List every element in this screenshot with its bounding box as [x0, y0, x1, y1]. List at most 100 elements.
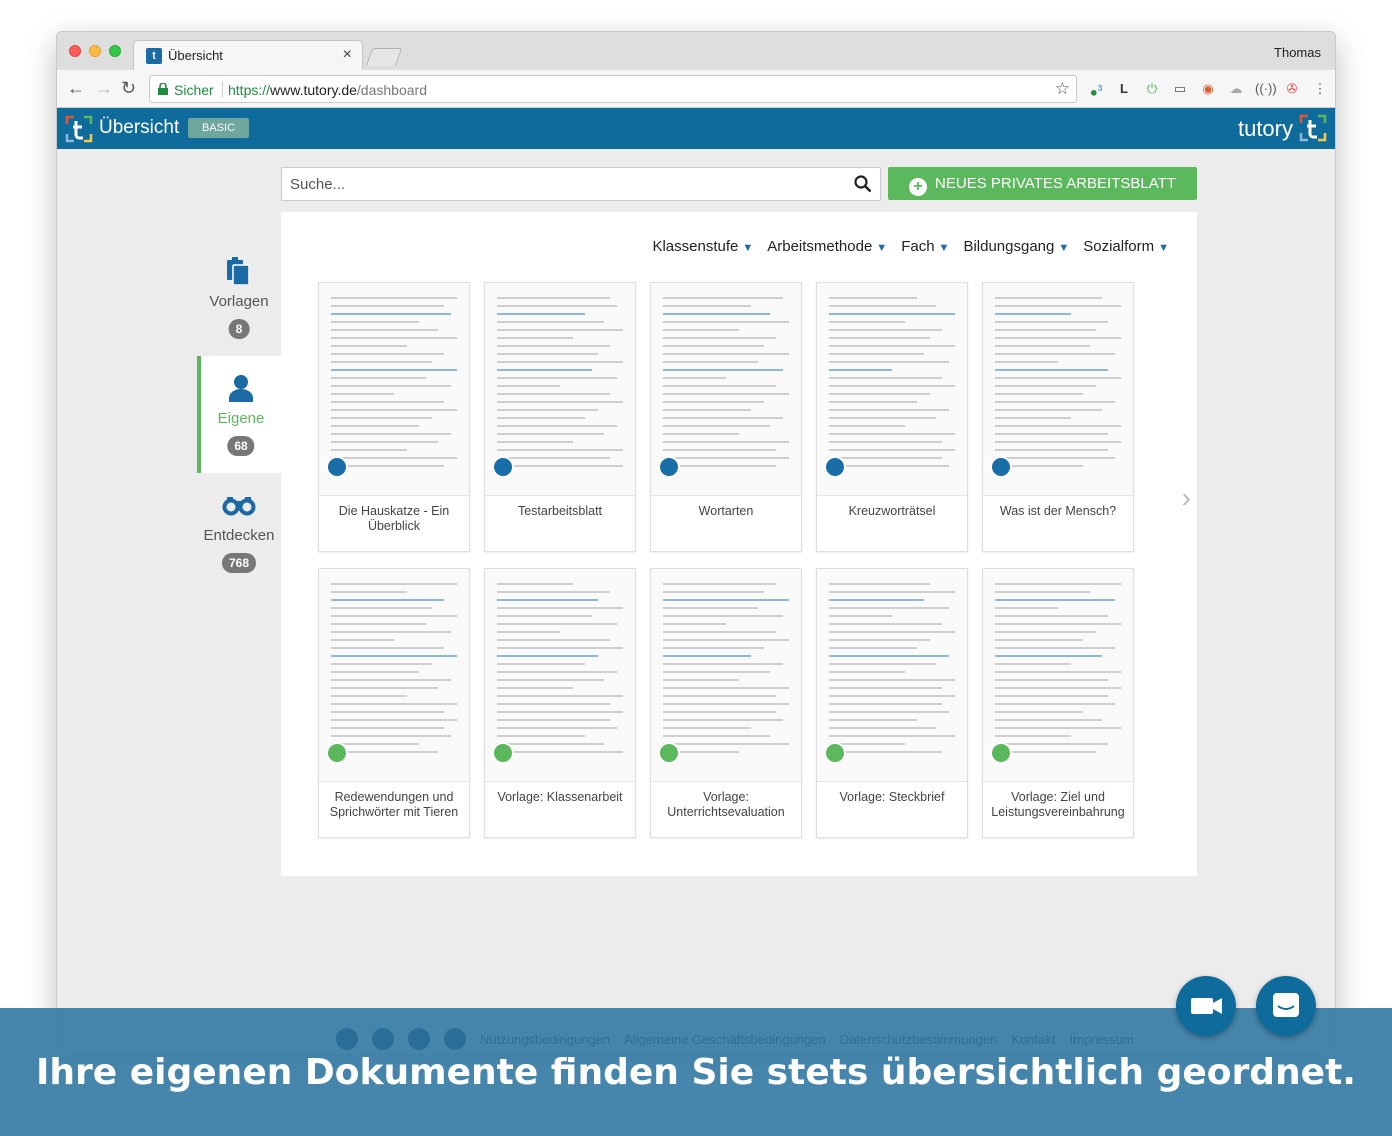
- document-card[interactable]: Die Hauskatze - Ein Überblick: [318, 282, 470, 552]
- minimize-window-button[interactable]: [89, 45, 101, 57]
- extension-red-icon[interactable]: ✇: [1283, 80, 1301, 98]
- filter-fach[interactable]: Fach ▼: [901, 238, 949, 255]
- document-line: [995, 727, 1121, 729]
- document-line: [497, 647, 623, 649]
- document-line: [663, 671, 770, 673]
- filter-arbeitsmethode[interactable]: Arbeitsmethode ▼: [767, 238, 887, 255]
- document-line: [995, 393, 1083, 395]
- document-card[interactable]: Vorlage: Steckbrief: [816, 568, 968, 838]
- address-bar[interactable]: Sicher https://www.tutory.de/dashboard ☆: [149, 75, 1077, 103]
- document-card[interactable]: Vorlage: Klassenarbeit: [484, 568, 636, 838]
- cloud-icon: [326, 742, 348, 764]
- document-line: [331, 417, 432, 419]
- document-line: [829, 457, 942, 459]
- color-picker-icon[interactable]: ◉: [1199, 80, 1217, 98]
- sidebar-item-entdecken[interactable]: Entdecken 768: [197, 473, 281, 590]
- filter-sozialform[interactable]: Sozialform ▼: [1083, 238, 1169, 255]
- tutory-logo-icon[interactable]: [65, 115, 93, 143]
- reload-icon[interactable]: ↻: [121, 78, 136, 99]
- document-preview: [983, 569, 1133, 781]
- document-line: [663, 655, 751, 657]
- brand-logo-icon: [1299, 114, 1327, 142]
- twitter-icon[interactable]: [336, 1028, 358, 1050]
- cloud-icon[interactable]: ☁: [1227, 80, 1245, 98]
- power-icon[interactable]: ⏻: [1143, 80, 1161, 98]
- document-line: [497, 639, 610, 641]
- document-card[interactable]: Wortarten: [650, 282, 802, 552]
- youtube-icon[interactable]: [444, 1028, 466, 1050]
- extension-green-icon[interactable]: ●3: [1087, 80, 1105, 99]
- document-line: [663, 631, 776, 633]
- browser-user-name[interactable]: Thomas: [1274, 45, 1321, 60]
- dashboard-content: + NEUES PRIVATES ARBEITSBLATT Vorlagen 8 …: [57, 149, 1335, 1054]
- document-line: [829, 639, 930, 641]
- video-call-button[interactable]: [1176, 976, 1236, 1036]
- document-line: [331, 703, 457, 705]
- document-card[interactable]: Redewendungen und Sprichwörter mit Tiere…: [318, 568, 470, 838]
- chevron-right-icon[interactable]: ›: [1182, 482, 1191, 514]
- forward-arrow-icon[interactable]: →: [95, 78, 113, 99]
- sidebar-item-count: 8: [228, 319, 250, 339]
- document-line: [829, 409, 949, 411]
- footer-link-nutzungsbedingungen[interactable]: Nutzungsbedingungen: [480, 1032, 610, 1047]
- document-line: [829, 449, 955, 451]
- more-menu-icon[interactable]: ⋮: [1311, 80, 1329, 98]
- document-card[interactable]: Testarbeitsblatt: [484, 282, 636, 552]
- chevron-down-icon: ▼: [742, 242, 754, 254]
- document-line: [995, 743, 1108, 745]
- document-card[interactable]: Kreuzworträtsel: [816, 282, 968, 552]
- document-card[interactable]: Vorlage: Ziel und Leistungsvereinbahrung: [982, 568, 1134, 838]
- footer-link-agb[interactable]: Allgemeine Geschäftsbedingungen: [624, 1032, 826, 1047]
- user-icon: [229, 375, 253, 402]
- facebook-icon[interactable]: [372, 1028, 394, 1050]
- broadcast-icon[interactable]: ((·)): [1255, 80, 1277, 98]
- document-line: [331, 329, 438, 331]
- footer-link-datenschutz[interactable]: Datenschutzbestimmungen: [840, 1032, 998, 1047]
- document-line: [497, 353, 598, 355]
- browser-toolbar: ← → ↻ Sicher https://www.tutory.de/dashb…: [57, 70, 1335, 108]
- filter-bildungsgang[interactable]: Bildungsgang ▼: [963, 238, 1069, 255]
- new-tab-button[interactable]: [365, 48, 403, 66]
- browser-tab[interactable]: t Übersicht ×: [133, 40, 363, 70]
- chat-bubble-icon: [1273, 993, 1299, 1017]
- screen-capture-icon[interactable]: ▭: [1171, 80, 1189, 98]
- document-line: [663, 727, 751, 729]
- document-line: [995, 401, 1115, 403]
- search-input[interactable]: [282, 168, 842, 200]
- tab-close-icon[interactable]: ×: [343, 46, 352, 64]
- document-line: [497, 465, 623, 467]
- document-line: [663, 329, 739, 331]
- document-line: [497, 433, 604, 435]
- document-line: [331, 385, 451, 387]
- new-private-worksheet-button[interactable]: + NEUES PRIVATES ARBEITSBLATT: [888, 167, 1197, 200]
- extension-letter-icon[interactable]: L: [1115, 80, 1133, 98]
- document-line: [663, 591, 764, 593]
- sidebar-item-vorlagen[interactable]: Vorlagen 8: [197, 239, 281, 356]
- document-line: [497, 377, 617, 379]
- document-preview: [319, 569, 469, 781]
- document-line: [829, 655, 949, 657]
- sidebar-item-eigene[interactable]: Eigene 68: [197, 356, 281, 473]
- back-arrow-icon[interactable]: ←: [67, 78, 85, 99]
- search-icon[interactable]: [854, 175, 872, 193]
- footer-link-impressum[interactable]: Impressum: [1069, 1032, 1133, 1047]
- document-card[interactable]: Vorlage: Unterrichtsevaluation: [650, 568, 802, 838]
- document-card[interactable]: Was ist der Mensch?: [982, 282, 1134, 552]
- document-line: [995, 369, 1108, 371]
- maximize-window-button[interactable]: [109, 45, 121, 57]
- bookmark-star-icon[interactable]: ☆: [1055, 79, 1070, 99]
- footer-link-kontakt[interactable]: Kontakt: [1011, 1032, 1055, 1047]
- document-line: [497, 663, 585, 665]
- document-line: [331, 449, 407, 451]
- page-title: Übersicht: [99, 117, 180, 138]
- document-line: [829, 321, 905, 323]
- filter-klassenstufe[interactable]: Klassenstufe ▼: [652, 238, 753, 255]
- chat-button[interactable]: [1256, 976, 1316, 1036]
- close-window-button[interactable]: [69, 45, 81, 57]
- document-line: [331, 735, 451, 737]
- github-icon[interactable]: [408, 1028, 430, 1050]
- document-line: [497, 703, 610, 705]
- document-line: [663, 735, 770, 737]
- document-line: [663, 345, 764, 347]
- document-line: [829, 369, 892, 371]
